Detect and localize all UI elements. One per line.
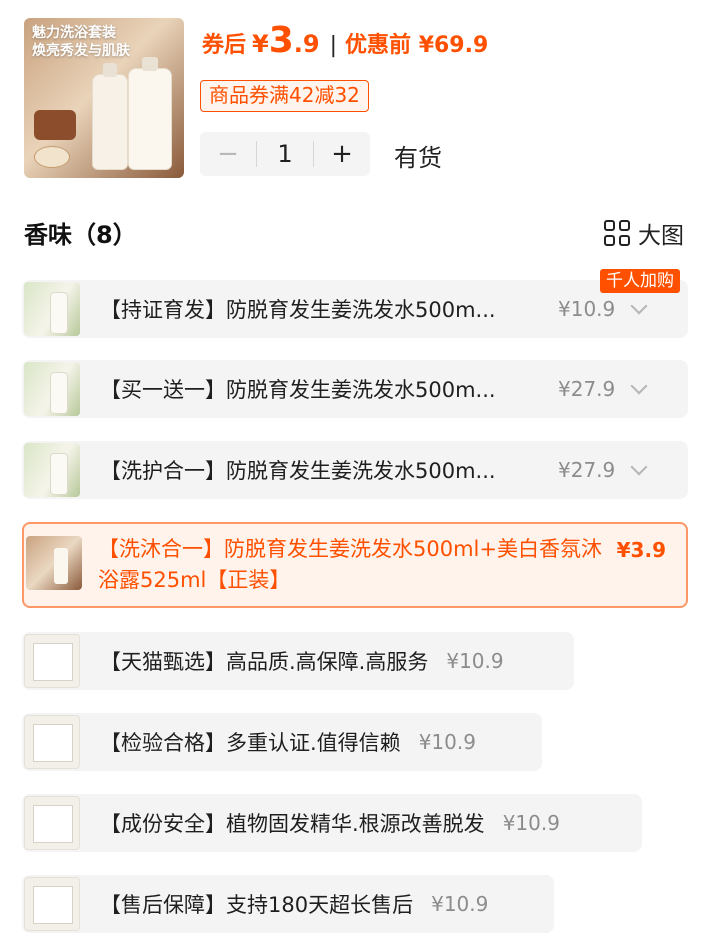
- option-thumbnail: [24, 877, 80, 931]
- product-thumbnail[interactable]: 魅力洗浴套装 焕亮秀发与肌肤: [24, 18, 184, 178]
- section-title: 香味（8）: [24, 221, 137, 249]
- option-label: 【洗沐合一】防脱育发生姜洗发水500ml+美白香氛沐浴露525ml【正装】: [98, 537, 602, 592]
- option-item[interactable]: 【买一送一】防脱育发生姜洗发水500m... ¥27.9: [22, 360, 688, 418]
- bottle-image: [128, 57, 172, 170]
- option-label: 【售后保障】支持180天超长售后: [100, 893, 414, 917]
- thumbnail-seal: [34, 146, 70, 168]
- option-thumbnail: [24, 796, 80, 850]
- chevron-down-icon[interactable]: [630, 458, 648, 476]
- option-price: ¥10.9: [418, 730, 476, 754]
- coupon-badge[interactable]: 商品券满42减32: [200, 80, 369, 112]
- grid-view-icon: [604, 220, 630, 246]
- option-price: ¥10.9: [558, 297, 616, 321]
- option-label: 【成份安全】植物固发精华.根源改善脱发: [100, 812, 485, 836]
- price-label: 券后: [202, 33, 247, 58]
- chevron-down-icon[interactable]: [630, 377, 648, 395]
- original-price: 优惠前 ¥69.9: [345, 33, 489, 58]
- large-view-toggle[interactable]: 大图: [604, 216, 684, 250]
- quantity-stepper: − 1 +: [200, 132, 370, 176]
- option-item[interactable]: 【成份安全】植物固发精华.根源改善脱发 ¥10.9: [22, 794, 642, 852]
- option-item-selected[interactable]: 【洗沐合一】防脱育发生姜洗发水500ml+美白香氛沐浴露525ml【正装】 ¥3…: [22, 522, 688, 608]
- option-label: 【天猫甄选】高品质.高保障.高服务: [100, 650, 429, 674]
- option-thumbnail: [24, 443, 80, 497]
- option-item[interactable]: 【售后保障】支持180天超长售后 ¥10.9: [22, 875, 554, 933]
- option-price: ¥27.9: [558, 458, 616, 482]
- quantity-value[interactable]: 1: [257, 140, 313, 168]
- price-separator: |: [329, 33, 338, 58]
- stock-status: 有货: [394, 144, 442, 172]
- thumbnail-badge: [34, 110, 76, 140]
- option-thumbnail: [24, 362, 80, 416]
- large-view-label: 大图: [638, 223, 684, 249]
- option-thumbnail: [24, 634, 80, 688]
- option-label: 【持证育发】防脱育发生姜洗发水500m...: [100, 298, 496, 322]
- option-label: 【买一送一】防脱育发生姜洗发水500m...: [100, 378, 496, 402]
- option-price: ¥10.9: [431, 892, 489, 916]
- increase-button[interactable]: +: [314, 139, 370, 169]
- option-label: 【洗护合一】防脱育发生姜洗发水500m...: [100, 459, 496, 483]
- hot-tag: 千人加购: [600, 269, 680, 293]
- price-integer: 3: [268, 20, 294, 61]
- option-thumbnail: [24, 282, 80, 336]
- option-thumbnail: [26, 536, 82, 590]
- option-label: 【检验合格】多重认证.值得信赖: [100, 731, 401, 755]
- bottle-image: [92, 63, 128, 170]
- option-price: ¥10.9: [446, 649, 504, 673]
- decrease-button[interactable]: −: [200, 139, 256, 169]
- option-price: ¥10.9: [502, 811, 560, 835]
- option-item[interactable]: 【洗护合一】防脱育发生姜洗发水500m... ¥27.9: [22, 441, 688, 499]
- option-item[interactable]: 【持证育发】防脱育发生姜洗发水500m... ¥10.9: [22, 280, 688, 338]
- price-line: 券后 ¥ 3 .9 | 优惠前 ¥69.9: [202, 20, 489, 61]
- thumbnail-title-1: 魅力洗浴套装: [32, 25, 116, 41]
- option-item[interactable]: 【天猫甄选】高品质.高保障.高服务 ¥10.9: [22, 632, 574, 690]
- chevron-down-icon[interactable]: [630, 297, 648, 315]
- option-price: ¥27.9: [558, 377, 616, 401]
- option-thumbnail: [24, 715, 80, 769]
- thumbnail-title-2: 焕亮秀发与肌肤: [32, 43, 130, 59]
- currency-symbol: ¥: [252, 30, 269, 58]
- option-item[interactable]: 【检验合格】多重认证.值得信赖 ¥10.9: [22, 713, 542, 771]
- option-price: ¥3.9: [616, 538, 666, 562]
- price-decimal: .9: [293, 30, 320, 58]
